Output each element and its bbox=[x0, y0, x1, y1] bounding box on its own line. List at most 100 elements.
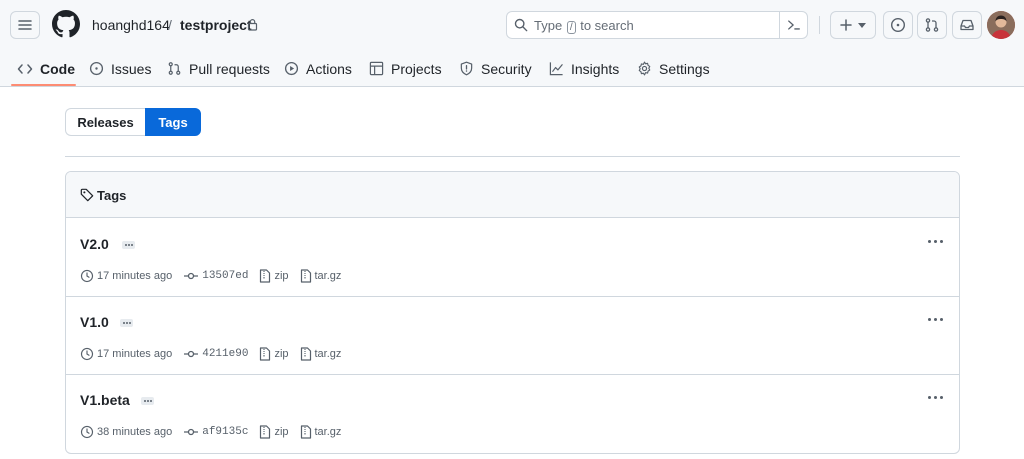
tag-icon bbox=[80, 188, 94, 202]
top-bar: hoanghd164 / testproject Type / to searc… bbox=[0, 0, 1024, 50]
tab-code[interactable]: Code bbox=[17, 50, 75, 87]
clock-icon bbox=[80, 425, 94, 439]
command-palette-button[interactable] bbox=[779, 12, 807, 38]
search-placeholder: Type / to search bbox=[534, 18, 634, 34]
header-divider bbox=[819, 16, 820, 34]
tab-projects[interactable]: Projects bbox=[369, 50, 442, 87]
gear-icon bbox=[638, 61, 651, 76]
git-pull-request-icon bbox=[168, 62, 181, 75]
file-zip-icon bbox=[300, 425, 311, 439]
download-zip-link[interactable]: zip bbox=[274, 426, 288, 438]
active-tab-underline bbox=[11, 84, 76, 86]
tab-issues-label: Issues bbox=[111, 60, 152, 77]
code-icon bbox=[17, 63, 33, 74]
tab-settings-label: Settings bbox=[659, 60, 710, 77]
repo-nav: Code Issues Pull requests Actions Projec… bbox=[0, 50, 1024, 87]
pull-requests-button[interactable] bbox=[917, 11, 947, 39]
user-avatar[interactable] bbox=[987, 11, 1015, 39]
tab-actions[interactable]: Actions bbox=[284, 50, 352, 87]
expand-message-button[interactable] bbox=[141, 397, 154, 405]
download-zip-link[interactable]: zip bbox=[274, 270, 288, 282]
tag-meta: 17 minutes ago 13507ed zip tar.gz bbox=[80, 268, 352, 284]
tag-time: 17 minutes ago bbox=[97, 348, 173, 360]
clock-icon bbox=[80, 269, 94, 283]
tab-issues[interactable]: Issues bbox=[89, 50, 151, 87]
tab-actions-label: Actions bbox=[306, 60, 352, 77]
graph-icon bbox=[549, 62, 563, 76]
more-actions-button[interactable] bbox=[924, 389, 946, 405]
tags-button[interactable]: Tags bbox=[145, 108, 201, 136]
file-zip-icon bbox=[260, 425, 271, 439]
slash-key-hint: / bbox=[566, 21, 576, 34]
tab-security[interactable]: Security bbox=[459, 50, 532, 87]
search-icon bbox=[514, 18, 528, 32]
tab-pull-requests[interactable]: Pull requests bbox=[167, 50, 270, 87]
tags-list-header: Tags bbox=[66, 172, 959, 218]
tag-name-link[interactable]: V1.0 bbox=[80, 314, 109, 331]
inbox-icon bbox=[960, 19, 974, 31]
tab-projects-label: Projects bbox=[391, 60, 442, 77]
releases-tags-switch: Releases Tags bbox=[65, 108, 201, 136]
git-commit-icon bbox=[184, 428, 199, 436]
file-zip-icon bbox=[260, 269, 271, 283]
issues-button[interactable] bbox=[883, 11, 913, 39]
tags-list: Tags V2.0 17 minutes ago 13507ed zip tar… bbox=[65, 171, 960, 454]
file-zip-icon bbox=[260, 347, 271, 361]
search-input[interactable]: Type / to search bbox=[506, 11, 808, 39]
file-zip-icon bbox=[300, 347, 311, 361]
inbox-button[interactable] bbox=[952, 11, 982, 39]
releases-button[interactable]: Releases bbox=[65, 108, 145, 136]
tags-list-title: Tags bbox=[97, 188, 127, 203]
tab-insights[interactable]: Insights bbox=[549, 50, 619, 87]
tab-settings[interactable]: Settings bbox=[637, 50, 710, 87]
more-actions-button[interactable] bbox=[924, 233, 946, 249]
issue-opened-icon bbox=[890, 17, 906, 33]
tag-time: 17 minutes ago bbox=[97, 270, 173, 282]
download-zip-link[interactable]: zip bbox=[274, 348, 288, 360]
hamburger-icon bbox=[18, 20, 32, 30]
avatar-image-icon bbox=[987, 11, 1015, 39]
command-palette-icon bbox=[787, 20, 800, 30]
download-targz-link[interactable]: tar.gz bbox=[315, 348, 342, 360]
triangle-down-icon bbox=[858, 22, 866, 28]
commit-sha-link[interactable]: 13507ed bbox=[202, 270, 248, 282]
tag-row: V2.0 17 minutes ago 13507ed zip tar.gz bbox=[66, 219, 959, 297]
tag-row: V1.beta 38 minutes ago af9135c zip tar.g… bbox=[66, 375, 959, 453]
expand-message-button[interactable] bbox=[122, 241, 135, 249]
download-targz-link[interactable]: tar.gz bbox=[315, 426, 342, 438]
git-commit-icon bbox=[184, 350, 199, 358]
tab-code-label: Code bbox=[40, 60, 75, 77]
breadcrumb-separator: / bbox=[168, 17, 172, 33]
tab-security-label: Security bbox=[481, 60, 532, 77]
plus-icon bbox=[840, 19, 852, 31]
commit-sha-link[interactable]: af9135c bbox=[202, 426, 248, 438]
commit-sha-link[interactable]: 4211e90 bbox=[202, 348, 248, 360]
github-logo-icon[interactable] bbox=[52, 10, 80, 38]
tag-meta: 38 minutes ago af9135c zip tar.gz bbox=[80, 424, 352, 440]
file-zip-icon bbox=[300, 269, 311, 283]
breadcrumb-owner[interactable]: hoanghd164 bbox=[92, 17, 170, 33]
menu-button[interactable] bbox=[10, 11, 40, 39]
section-divider bbox=[65, 156, 960, 157]
download-targz-link[interactable]: tar.gz bbox=[315, 270, 342, 282]
tag-meta: 17 minutes ago 4211e90 zip tar.gz bbox=[80, 346, 352, 362]
global-header: hoanghd164 / testproject Type / to searc… bbox=[0, 0, 1024, 87]
lock-icon bbox=[247, 19, 258, 31]
git-pull-request-icon bbox=[925, 18, 939, 32]
more-actions-button[interactable] bbox=[924, 311, 946, 327]
tag-name-link[interactable]: V2.0 bbox=[80, 236, 109, 253]
tag-name-link[interactable]: V1.beta bbox=[80, 392, 130, 409]
table-icon bbox=[369, 61, 384, 76]
tag-row: V1.0 17 minutes ago 4211e90 zip tar.gz bbox=[66, 297, 959, 375]
shield-icon bbox=[460, 61, 473, 76]
tag-time: 38 minutes ago bbox=[97, 426, 173, 438]
expand-message-button[interactable] bbox=[120, 319, 133, 327]
play-icon bbox=[284, 61, 299, 76]
tab-insights-label: Insights bbox=[571, 60, 620, 77]
tab-pull-requests-label: Pull requests bbox=[189, 60, 270, 77]
git-commit-icon bbox=[184, 272, 199, 280]
breadcrumb-repo[interactable]: testproject bbox=[180, 17, 252, 33]
clock-icon bbox=[80, 347, 94, 361]
issue-opened-icon bbox=[89, 61, 104, 76]
create-new-button[interactable] bbox=[830, 11, 876, 39]
